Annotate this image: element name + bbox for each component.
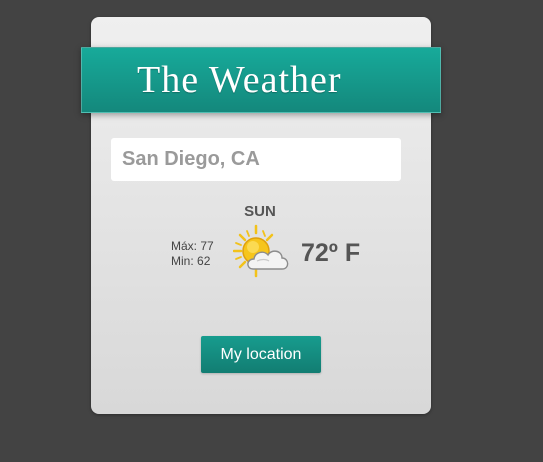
max-value: 77 [200,239,214,253]
min-max-temperatures: Máx: 77 Min: 62 [171,239,214,269]
app-title: The Weather [137,59,342,101]
max-temperature: Máx: 77 [171,239,214,254]
title-banner: The Weather [81,47,441,113]
page: The Weather SUN Máx: 77 Min: 62 [0,0,543,462]
min-value: 62 [197,254,211,268]
my-location-button[interactable]: My location [201,336,321,373]
partly-cloudy-icon [232,223,291,279]
min-label: Min: [171,254,194,268]
min-temperature: Min: 62 [171,254,214,269]
location-input[interactable] [111,138,401,181]
current-temperature: 72º F [301,239,361,267]
max-label: Máx: [171,239,198,253]
forecast-day: SUN [244,203,276,220]
